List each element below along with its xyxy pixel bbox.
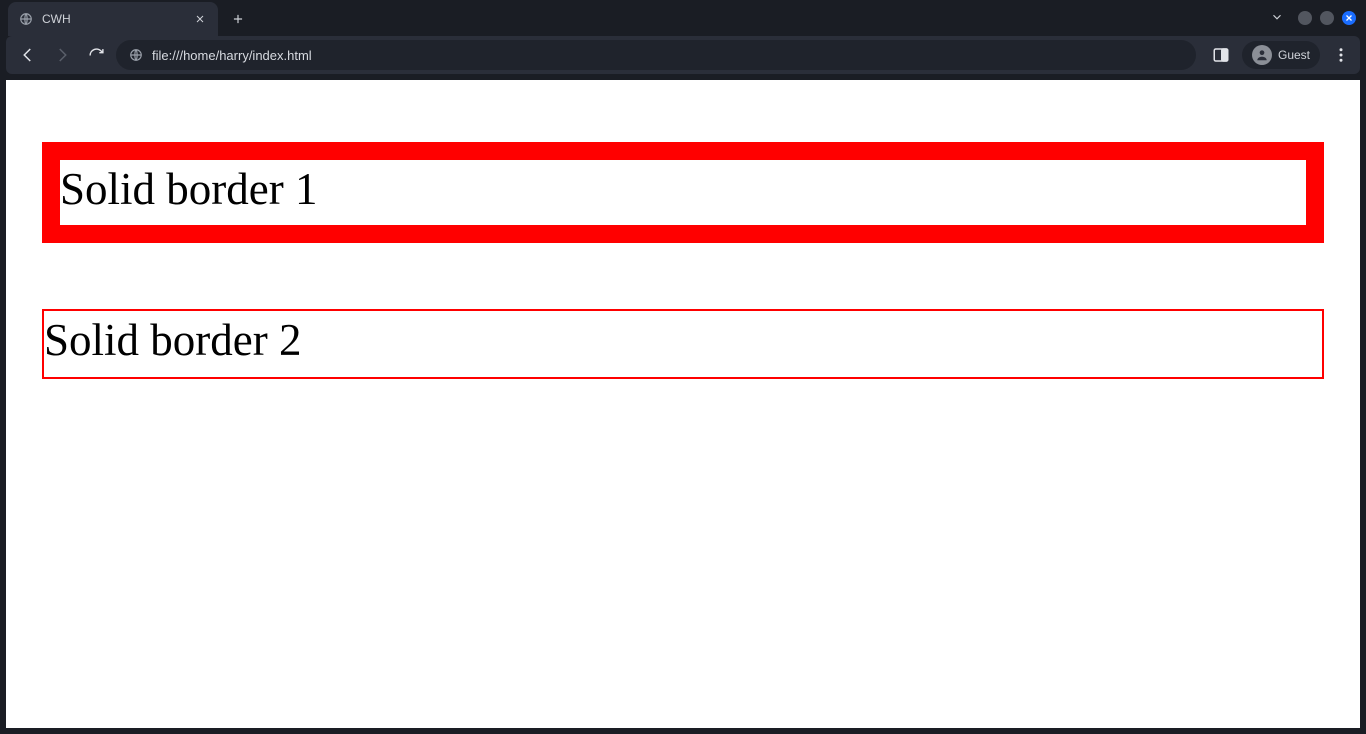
browser-chrome: CWH [0, 0, 1366, 728]
globe-icon [128, 47, 144, 63]
kebab-menu-icon[interactable] [1330, 44, 1352, 66]
new-tab-button[interactable] [224, 5, 252, 33]
reload-button[interactable] [82, 41, 110, 69]
forward-button[interactable] [48, 41, 76, 69]
chevron-down-icon[interactable] [1270, 10, 1284, 27]
window-close-button[interactable] [1342, 11, 1356, 25]
profile-button[interactable]: Guest [1242, 41, 1320, 69]
side-panel-icon[interactable] [1210, 44, 1232, 66]
page-body: Solid border 1 Solid border 2 [14, 88, 1352, 403]
toolbar-right: Guest [1202, 41, 1352, 69]
browser-toolbar: file:///home/harry/index.html Guest [6, 36, 1360, 74]
window-controls [1270, 0, 1366, 36]
tab-title: CWH [42, 12, 184, 26]
avatar-icon [1252, 45, 1272, 65]
window-minimize-button[interactable] [1298, 11, 1312, 25]
heading-solid-border-1: Solid border 1 [42, 142, 1324, 243]
close-icon[interactable] [192, 11, 208, 27]
page-viewport[interactable]: Solid border 1 Solid border 2 [6, 80, 1360, 728]
profile-label: Guest [1278, 48, 1310, 62]
window-maximize-button[interactable] [1320, 11, 1334, 25]
back-button[interactable] [14, 41, 42, 69]
address-text: file:///home/harry/index.html [152, 48, 1184, 63]
globe-icon [18, 11, 34, 27]
address-bar[interactable]: file:///home/harry/index.html [116, 40, 1196, 70]
browser-tab[interactable]: CWH [8, 2, 218, 36]
tab-bar: CWH [0, 0, 1366, 36]
heading-solid-border-2: Solid border 2 [42, 309, 1324, 380]
